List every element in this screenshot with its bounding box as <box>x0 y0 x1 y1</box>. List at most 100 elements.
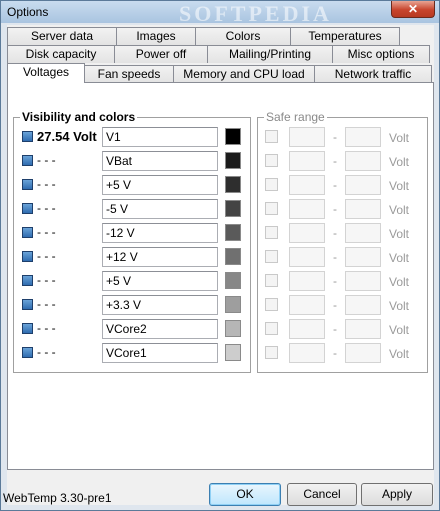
tab-memory-and-cpu-load[interactable]: Memory and CPU load <box>173 65 315 83</box>
visibility-checkbox[interactable] <box>22 179 33 190</box>
safe-range-checkbox[interactable] <box>265 322 278 335</box>
visibility-group-title: Visibility and colors <box>20 110 138 124</box>
visibility-checkbox[interactable] <box>22 131 33 142</box>
safe-range-min-input[interactable] <box>289 127 325 147</box>
color-swatch-button[interactable] <box>225 224 241 241</box>
range-separator: - <box>333 346 337 360</box>
sensor-name-input[interactable]: +12 V <box>102 247 218 267</box>
safe-range-checkbox[interactable] <box>265 202 278 215</box>
voltage-reading: - - - <box>37 321 56 335</box>
safe-range-checkbox[interactable] <box>265 154 278 167</box>
safe-range-checkbox[interactable] <box>265 346 278 359</box>
dialog-client: Server data Images Colors Temperatures Disk… <box>7 25 434 505</box>
tab-disk-capacity[interactable]: Disk capacity <box>7 45 115 63</box>
color-swatch-button[interactable] <box>225 176 241 193</box>
safe-range-max-input[interactable] <box>345 319 381 339</box>
sensor-name-input[interactable]: VCore1 <box>102 343 218 363</box>
watermark-logo: SOFTPEDIA <box>179 1 332 26</box>
safe-range-max-input[interactable] <box>345 295 381 315</box>
sensor-name-input[interactable]: -5 V <box>102 199 218 219</box>
color-swatch-button[interactable] <box>225 296 241 313</box>
color-swatch-button[interactable] <box>225 320 241 337</box>
tab-fan-speeds[interactable]: Fan speeds <box>84 65 174 83</box>
voltage-reading: - - - <box>37 225 56 239</box>
sensor-name-input[interactable]: VBat <box>102 151 218 171</box>
color-swatch-button[interactable] <box>225 248 241 265</box>
safe-range-max-input[interactable] <box>345 271 381 291</box>
safe-range-min-input[interactable] <box>289 175 325 195</box>
safe-range-checkbox[interactable] <box>265 274 278 287</box>
ok-button[interactable]: OK <box>209 483 281 506</box>
safe-range-max-input[interactable] <box>345 151 381 171</box>
voltage-reading: - - - <box>37 249 56 263</box>
visibility-checkbox[interactable] <box>22 299 33 310</box>
title-bar[interactable]: Options SOFTPEDIA ✕ <box>1 1 439 26</box>
tab-voltages[interactable]: Voltages <box>7 63 85 83</box>
version-label: WebTemp 3.30-pre1 <box>3 491 112 505</box>
apply-button[interactable]: Apply <box>361 483 433 506</box>
visibility-checkbox[interactable] <box>22 275 33 286</box>
range-separator: - <box>333 274 337 288</box>
visibility-checkbox[interactable] <box>22 203 33 214</box>
safe-range-checkbox[interactable] <box>265 250 278 263</box>
safe-range-max-input[interactable] <box>345 223 381 243</box>
visibility-checkbox[interactable] <box>22 251 33 262</box>
color-swatch-button[interactable] <box>225 128 241 145</box>
safe-range-min-input[interactable] <box>289 247 325 267</box>
safe-range-max-input[interactable] <box>345 199 381 219</box>
window-title: Options <box>7 5 49 19</box>
sensor-name-input[interactable]: -12 V <box>102 223 218 243</box>
safe-range-min-input[interactable] <box>289 223 325 243</box>
tab-images[interactable]: Images <box>116 27 196 45</box>
tab-temperatures[interactable]: Temperatures <box>290 27 400 45</box>
cancel-button[interactable]: Cancel <box>287 483 357 506</box>
close-button[interactable]: ✕ <box>391 1 435 18</box>
tab-mailing-printing[interactable]: Mailing/Printing <box>207 45 333 63</box>
sensor-name-input[interactable]: +5 V <box>102 175 218 195</box>
tab-network-traffic[interactable]: Network traffic <box>314 65 432 83</box>
sensor-name-input[interactable]: VCore2 <box>102 319 218 339</box>
safe-range-max-input[interactable] <box>345 127 381 147</box>
voltage-reading: - - - <box>37 201 56 215</box>
tab-misc-options[interactable]: Misc options <box>332 45 430 63</box>
safe-range-min-input[interactable] <box>289 319 325 339</box>
color-swatch-button[interactable] <box>225 272 241 289</box>
unit-label: Volt <box>389 323 410 337</box>
visibility-group: Visibility and colors 27.54 Volt V1 - - - V… <box>13 110 251 373</box>
unit-label: Volt <box>389 227 410 241</box>
color-swatch-button[interactable] <box>225 344 241 361</box>
safe-range-min-input[interactable] <box>289 271 325 291</box>
tab-power-off[interactable]: Power off <box>114 45 208 63</box>
safe-range-max-input[interactable] <box>345 343 381 363</box>
safe-range-checkbox[interactable] <box>265 130 278 143</box>
options-window: Options SOFTPEDIA ✕ Server data Images Col… <box>0 0 440 511</box>
tab-row-3: Voltages Fan speeds Memory and CPU load Net… <box>7 63 432 83</box>
safe-range-min-input[interactable] <box>289 295 325 315</box>
safe-range-group: Safe range - Volt - Volt - Volt - Volt - Volt - Vol… <box>257 110 428 373</box>
sensor-name-input[interactable]: +3.3 V <box>102 295 218 315</box>
sensor-name-input[interactable]: V1 <box>102 127 218 147</box>
color-swatch-button[interactable] <box>225 200 241 217</box>
safe-range-checkbox[interactable] <box>265 178 278 191</box>
visibility-checkbox[interactable] <box>22 323 33 334</box>
safe-range-max-input[interactable] <box>345 175 381 195</box>
unit-label: Volt <box>389 155 410 169</box>
voltage-reading: - - - <box>37 273 56 287</box>
safe-range-min-input[interactable] <box>289 151 325 171</box>
sensor-name-input[interactable]: +5 V <box>102 271 218 291</box>
safe-range-min-input[interactable] <box>289 199 325 219</box>
tab-server-data[interactable]: Server data <box>7 27 117 45</box>
visibility-checkbox[interactable] <box>22 347 33 358</box>
tab-row-1: Server data Images Colors Temperatures <box>7 27 400 45</box>
safe-range-checkbox[interactable] <box>265 298 278 311</box>
tab-colors[interactable]: Colors <box>195 27 291 45</box>
range-separator: - <box>333 298 337 312</box>
safe-range-max-input[interactable] <box>345 247 381 267</box>
voltage-reading: - - - <box>37 153 56 167</box>
color-swatch-button[interactable] <box>225 152 241 169</box>
visibility-checkbox[interactable] <box>22 155 33 166</box>
safe-range-min-input[interactable] <box>289 343 325 363</box>
safe-range-group-title: Safe range <box>264 110 327 124</box>
safe-range-checkbox[interactable] <box>265 226 278 239</box>
visibility-checkbox[interactable] <box>22 227 33 238</box>
